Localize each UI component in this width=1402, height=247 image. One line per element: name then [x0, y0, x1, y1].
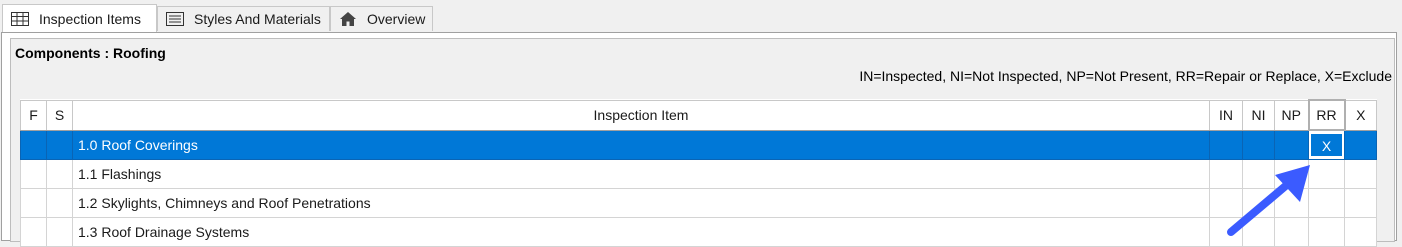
column-header-in[interactable]: IN [1209, 99, 1243, 131]
column-header-inspection-item[interactable]: Inspection Item [72, 99, 1210, 131]
table-row[interactable]: 1.0 Roof Coverings X [20, 129, 1377, 160]
cell-inspection-item[interactable]: 1.0 Roof Coverings [72, 129, 1210, 160]
components-section: Components : Roofing IN=Inspected, NI=No… [10, 38, 1395, 247]
tab-content-panel: Components : Roofing IN=Inspected, NI=No… [1, 32, 1397, 247]
cell-f[interactable] [20, 188, 47, 218]
status-legend: IN=Inspected, NI=Not Inspected, NP=Not P… [859, 68, 1392, 84]
tab-inspection-items[interactable]: Inspection Items [2, 4, 157, 33]
cell-s[interactable] [46, 217, 73, 247]
table-header: F S Inspection Item IN NI NP RR X [20, 99, 1377, 131]
home-icon [339, 11, 359, 27]
table-row[interactable]: 1.3 Roof Drainage Systems [20, 217, 1377, 247]
tab-label: Inspection Items [39, 11, 141, 27]
cell-inspection-item[interactable]: 1.1 Flashings [72, 159, 1210, 189]
rr-mark: X [1310, 133, 1343, 157]
cell-x[interactable] [1344, 129, 1377, 160]
tab-label: Overview [367, 11, 426, 27]
grid-icon [11, 11, 31, 27]
cell-f[interactable] [20, 129, 47, 160]
table-row[interactable]: 1.2 Skylights, Chimneys and Roof Penetra… [20, 188, 1377, 218]
cell-np[interactable] [1274, 129, 1309, 160]
column-header-rr[interactable]: RR [1307, 99, 1346, 131]
cell-x[interactable] [1344, 159, 1377, 189]
cell-ni[interactable] [1242, 129, 1275, 160]
column-header-f[interactable]: F [20, 99, 47, 131]
section-title: Components : Roofing [15, 45, 166, 61]
inspection-items-table: F S Inspection Item IN NI NP RR X 1.0 Ro… [20, 99, 1377, 247]
column-header-np[interactable]: NP [1274, 99, 1309, 131]
column-header-ni[interactable]: NI [1242, 99, 1275, 131]
cell-f[interactable] [20, 217, 47, 247]
cell-f[interactable] [20, 159, 47, 189]
tab-overview[interactable]: Overview [330, 6, 433, 31]
annotation-arrow-icon [1227, 165, 1310, 236]
cell-rr[interactable]: X [1308, 129, 1345, 160]
cell-x[interactable] [1344, 217, 1377, 247]
cell-in[interactable] [1209, 129, 1243, 160]
table-row[interactable]: 1.1 Flashings [20, 159, 1377, 189]
tab-bar: Inspection Items Styles And Materials Ov… [0, 0, 1402, 33]
tab-styles-and-materials[interactable]: Styles And Materials [157, 6, 330, 31]
cell-inspection-item[interactable]: 1.2 Skylights, Chimneys and Roof Penetra… [72, 188, 1210, 218]
list-icon [166, 11, 186, 27]
column-header-s[interactable]: S [46, 99, 73, 131]
cell-s[interactable] [46, 159, 73, 189]
cell-s[interactable] [46, 129, 73, 160]
cell-x[interactable] [1344, 188, 1377, 218]
tab-label: Styles And Materials [194, 11, 321, 27]
cell-inspection-item[interactable]: 1.3 Roof Drainage Systems [72, 217, 1210, 247]
cell-s[interactable] [46, 188, 73, 218]
column-header-x[interactable]: X [1344, 99, 1377, 131]
